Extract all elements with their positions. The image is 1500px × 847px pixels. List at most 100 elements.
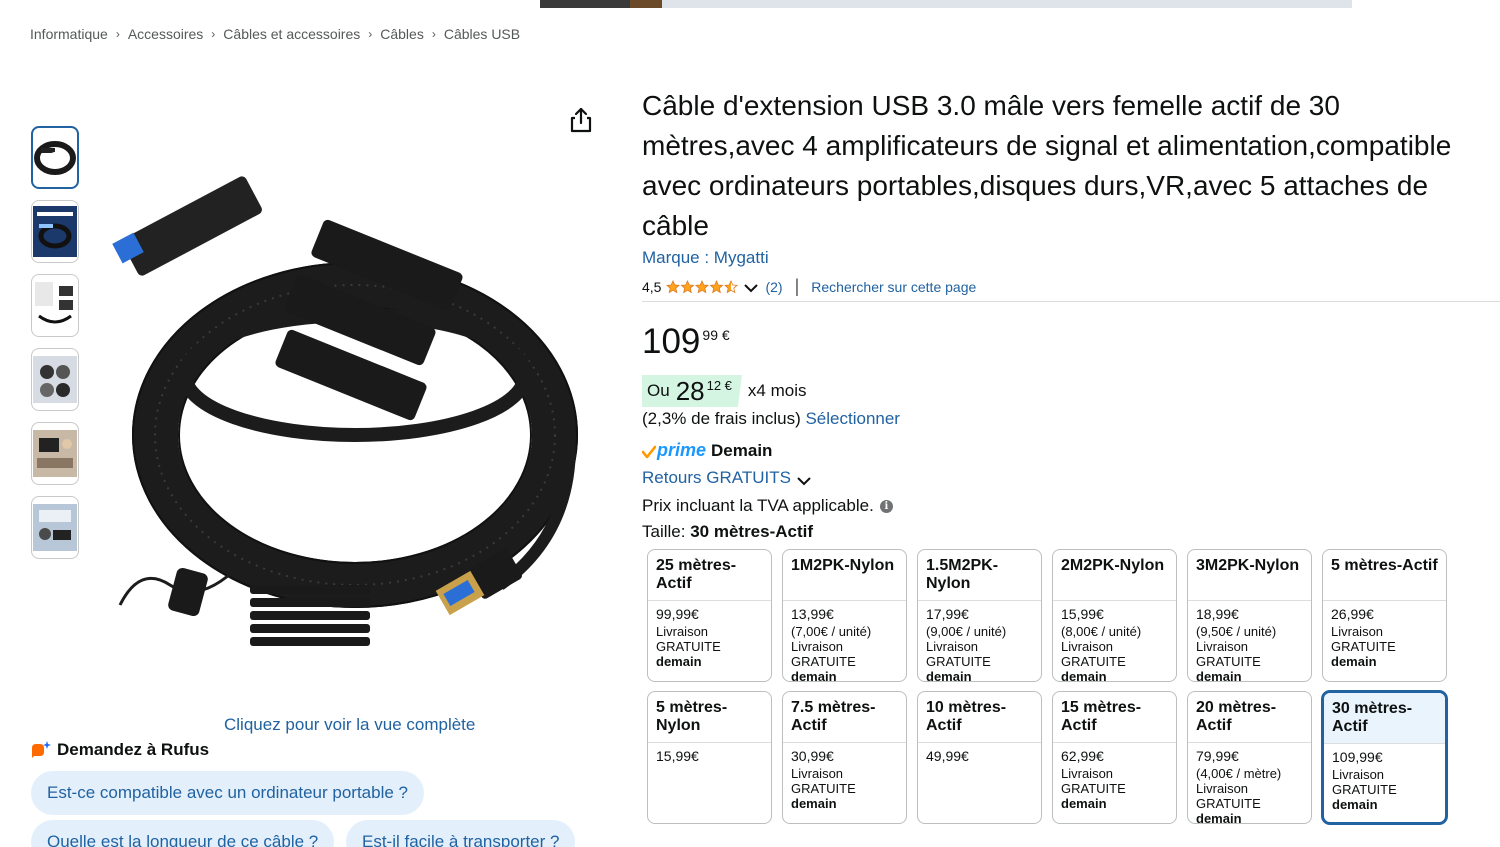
size-option-price: 79,99€ [1196,748,1239,764]
size-option[interactable]: 15 mètres-Actif 62,99€ Livraison GRATUIT… [1052,691,1177,824]
size-option-name: 5 mètres-Nylon [648,692,771,743]
size-option-price: 26,99€ [1331,606,1374,622]
size-option-delivery-line: GRATUITE demain [1061,781,1168,811]
size-option-unit: (9,50€ / unité) [1196,624,1277,639]
size-option-name: 20 mètres-Actif [1188,692,1311,743]
size-option-delivery: Livraison [1196,639,1249,654]
media-strip-thumbnail [630,0,662,8]
breadcrumb-cables-accessoires[interactable]: Câbles et accessoires [223,26,360,42]
search-page-link[interactable]: Rechercher sur cette page [811,279,976,295]
prime-delivery-date: Demain [711,440,773,460]
size-option-details: 79,99€ (4,00€ / mètre) Livraison GRATUIT… [1188,743,1311,824]
size-option-selected[interactable]: 30 mètres-Actif 109,99€ Livraison GRATUI… [1322,691,1447,824]
size-option-delivery-date: demain [656,654,702,669]
free-returns-link[interactable]: Retours GRATUITS [642,468,812,488]
size-option-delivery-line: GRATUITE demain [1332,782,1437,812]
star-rating[interactable] [666,279,739,294]
size-option-details: 109,99€ Livraison GRATUITE demain [1324,744,1445,813]
thumbnail-1[interactable] [31,126,79,189]
installment-offer: Ou 28 12 € x4 mois [642,375,807,407]
price-whole: 109 [642,322,701,361]
size-option-delivery-free: GRATUITE [1061,781,1126,796]
size-option[interactable]: 3M2PK-Nylon 18,99€ (9,50€ / unité) Livra… [1187,549,1312,682]
size-option-delivery-free: GRATUITE [926,654,991,669]
size-option[interactable]: 10 mètres-Actif 49,99€ [917,691,1042,824]
size-option-delivery-date: demain [791,796,837,811]
thumbnail-2[interactable] [31,200,79,263]
select-installment-link[interactable]: Sélectionner [805,409,900,428]
thumbnail-5[interactable] [31,422,79,485]
size-option-delivery: Livraison [926,639,979,654]
size-option-details: 26,99€ Livraison GRATUITE demain [1323,601,1446,670]
installment-suffix: x4 mois [747,381,807,400]
breadcrumb-accessoires[interactable]: Accessoires [128,26,203,42]
breadcrumb-cables-usb[interactable]: Câbles USB [444,26,520,42]
size-option-delivery-line: GRATUITE demain [1196,654,1303,681]
size-option-delivery: Livraison [791,766,844,781]
size-option-delivery-date: demain [926,669,972,682]
size-option-price: 109,99€ [1332,749,1383,765]
size-option-delivery-free: GRATUITE [1061,654,1126,669]
size-option-price: 18,99€ [1196,606,1239,622]
size-option[interactable]: 7.5 mètres-Actif 30,99€ Livraison GRATUI… [782,691,907,824]
rating-divider: | [794,276,800,296]
size-option[interactable]: 1M2PK-Nylon 13,99€ (7,00€ / unité) Livra… [782,549,907,682]
vat-note: Prix incluant la TVA applicable. i [642,496,893,516]
size-option-delivery: Livraison [1196,781,1249,796]
size-option-delivery: Livraison [791,639,844,654]
media-strip-thumbnail [540,0,630,8]
view-full-image-link[interactable]: Cliquez pour voir la vue complète [224,715,475,735]
size-option-price: 30,99€ [791,748,834,764]
size-option[interactable]: 5 mètres-Actif 26,99€ Livraison GRATUITE… [1322,549,1447,682]
rating-count-link[interactable]: (2) [765,279,782,295]
size-option-delivery-date: demain [1332,797,1378,812]
size-option-delivery-date: demain [791,669,837,682]
size-option-price: 15,99€ [1061,606,1104,622]
size-option-delivery-line: GRATUITE demain [926,654,1033,682]
size-option-price: 15,99€ [656,748,699,764]
size-option-name: 15 mètres-Actif [1053,692,1176,743]
size-option-delivery: Livraison [1331,624,1384,639]
size-selected-value: 30 mètres-Actif [690,522,814,541]
size-option-details: 99,99€ Livraison GRATUITE demain [648,601,771,670]
breadcrumb-separator: › [431,27,436,41]
size-option[interactable]: 1.5M2PK-Nylon 17,99€ (9,00€ / unité) Liv… [917,549,1042,682]
size-option-delivery-line: GRATUITE demain [1061,654,1168,681]
price: 109 99 € [642,322,730,362]
breadcrumb-informatique[interactable]: Informatique [30,26,108,42]
product-main-image[interactable] [100,145,610,655]
size-option[interactable]: 25 mètres-Actif 99,99€ Livraison GRATUIT… [647,549,772,682]
rufus-question-chip[interactable]: Est-ce compatible avec un ordinateur por… [31,771,424,815]
size-option-price: 62,99€ [1061,748,1104,764]
size-option-name: 7.5 mètres-Actif [783,692,906,743]
info-icon[interactable]: i [879,499,893,513]
size-option-name: 30 mètres-Actif [1324,693,1445,744]
size-option-details: 30,99€ Livraison GRATUITE demain [783,743,906,812]
rufus-question-chip[interactable]: Quelle est la longueur de ce câble ? [31,820,335,847]
size-option[interactable]: 5 mètres-Nylon 15,99€ [647,691,772,824]
size-option-unit: (7,00€ / unité) [791,624,872,639]
size-option-delivery-line: GRATUITE demain [791,781,898,811]
chevron-down-icon[interactable] [743,281,759,293]
rufus-sparkle-icon [30,740,52,760]
breadcrumb-separator: › [368,27,373,41]
size-option[interactable]: 2M2PK-Nylon 15,99€ (8,00€ / unité) Livra… [1052,549,1177,682]
thumbnail-6[interactable] [31,496,79,559]
product-title: Câble d'extension USB 3.0 mâle vers feme… [642,90,1452,241]
prime-delivery: prime Demain [641,440,773,461]
size-option-details: 18,99€ (9,50€ / unité) Livraison GRATUIT… [1188,601,1311,682]
share-icon[interactable] [568,106,594,134]
size-option-delivery-free: GRATUITE [1196,796,1261,811]
thumbnail-4[interactable] [31,348,79,411]
prime-check-icon [641,444,657,458]
rufus-question-chip[interactable]: Est-il facile à transporter ? [346,820,576,847]
size-option-name: 1M2PK-Nylon [783,550,906,601]
thumbnail-3[interactable] [31,274,79,337]
size-option-details: 15,99€ (8,00€ / unité) Livraison GRATUIT… [1053,601,1176,682]
size-option[interactable]: 20 mètres-Actif 79,99€ (4,00€ / mètre) L… [1187,691,1312,824]
breadcrumb-cables[interactable]: Câbles [380,26,424,42]
size-option-delivery-free: GRATUITE [791,654,856,669]
fees-text: (2,3% de frais inclus) [642,409,801,428]
brand-link[interactable]: Marque : Mygatti [642,248,769,268]
prime-logo: prime [657,440,707,460]
